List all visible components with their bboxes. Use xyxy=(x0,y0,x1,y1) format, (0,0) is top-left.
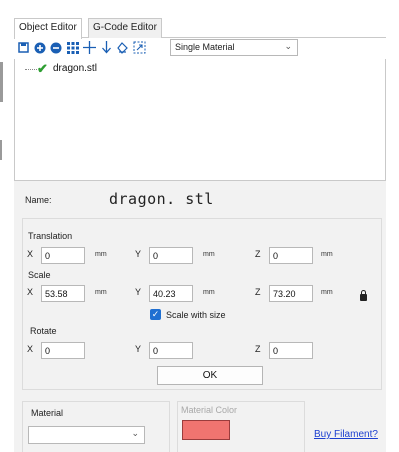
material-label: Material xyxy=(31,408,64,418)
scale-y-label: Y xyxy=(135,287,142,297)
scale-label: Scale xyxy=(28,270,51,280)
scale-y-input[interactable]: 40.23 xyxy=(149,285,193,302)
paint-icon[interactable] xyxy=(116,41,129,54)
rotate-x-label: X xyxy=(27,344,34,354)
material-color-label: Material Color xyxy=(181,405,238,415)
checkmark-icon: ✔ xyxy=(37,61,48,76)
translation-y-input[interactable]: 0 xyxy=(149,247,193,264)
tab-gcode-editor[interactable]: G-Code Editor xyxy=(88,18,162,38)
scale-fit-icon[interactable] xyxy=(133,41,146,54)
translation-x-unit: mm xyxy=(95,251,107,258)
tree-item[interactable]: ✔ dragon.stl xyxy=(15,59,387,77)
lock-icon[interactable] xyxy=(360,290,367,301)
scale-x-input[interactable]: 53.58 xyxy=(41,285,85,302)
scale-x-unit: mm xyxy=(95,289,107,296)
translation-x-input[interactable]: 0 xyxy=(41,247,85,264)
chevron-down-icon: ⌄ xyxy=(284,41,292,51)
object-tree: ✔ dragon.stl xyxy=(14,59,386,181)
translation-y-unit: mm xyxy=(203,251,215,258)
object-toolbar: Single Material ⌄ xyxy=(14,38,386,58)
tree-item-label: dragon.stl xyxy=(53,63,97,74)
grid-icon[interactable] xyxy=(66,41,79,54)
material-mode-value: Single Material xyxy=(175,42,235,52)
rotate-y-input[interactable]: 0 xyxy=(149,342,193,359)
material-mode-select[interactable]: Single Material ⌄ xyxy=(170,39,298,56)
translation-z-unit: mm xyxy=(321,251,333,258)
add-icon[interactable] xyxy=(33,41,46,54)
scale-z-input[interactable]: 73.20 xyxy=(269,285,313,302)
scale-with-size-checkbox[interactable]: ✓ xyxy=(150,309,161,320)
transform-group xyxy=(22,218,382,390)
rotate-z-input[interactable]: 0 xyxy=(269,342,313,359)
rotate-x-input[interactable]: 0 xyxy=(41,342,85,359)
scale-z-label: Z xyxy=(255,287,261,297)
scale-y-unit: mm xyxy=(203,289,215,296)
material-select[interactable]: ⌄ xyxy=(28,426,145,444)
name-label: Name: xyxy=(25,195,52,205)
properties-panel: Name: dragon. stl Translation X 0 mm Y 0… xyxy=(14,181,386,452)
rotate-z-label: Z xyxy=(255,344,261,354)
save-icon[interactable] xyxy=(17,41,30,54)
rotate-label: Rotate xyxy=(30,326,57,336)
translation-y-label: Y xyxy=(135,249,142,259)
translation-x-label: X xyxy=(27,249,34,259)
ok-button[interactable]: OK xyxy=(157,366,263,385)
window-edge-mark xyxy=(0,140,2,160)
scale-with-size-label: Scale with size xyxy=(166,310,226,320)
window-edge-mark xyxy=(0,62,3,102)
translation-z-label: Z xyxy=(255,249,261,259)
translation-label: Translation xyxy=(28,231,73,241)
drop-to-bed-icon[interactable] xyxy=(100,41,113,54)
buy-filament-link[interactable]: Buy Filament? xyxy=(314,429,378,440)
editor-tabs: Object Editor G-Code Editor xyxy=(14,14,386,39)
move-icon[interactable] xyxy=(83,41,96,54)
remove-icon[interactable] xyxy=(49,41,62,54)
tab-object-editor[interactable]: Object Editor xyxy=(14,18,82,39)
tree-connector xyxy=(25,69,37,70)
rotate-y-label: Y xyxy=(135,344,142,354)
object-name: dragon. stl xyxy=(109,190,214,208)
chevron-down-icon: ⌄ xyxy=(131,428,139,438)
translation-z-input[interactable]: 0 xyxy=(269,247,313,264)
scale-x-label: X xyxy=(27,287,34,297)
scale-z-unit: mm xyxy=(321,289,333,296)
material-color-swatch[interactable] xyxy=(182,420,230,440)
